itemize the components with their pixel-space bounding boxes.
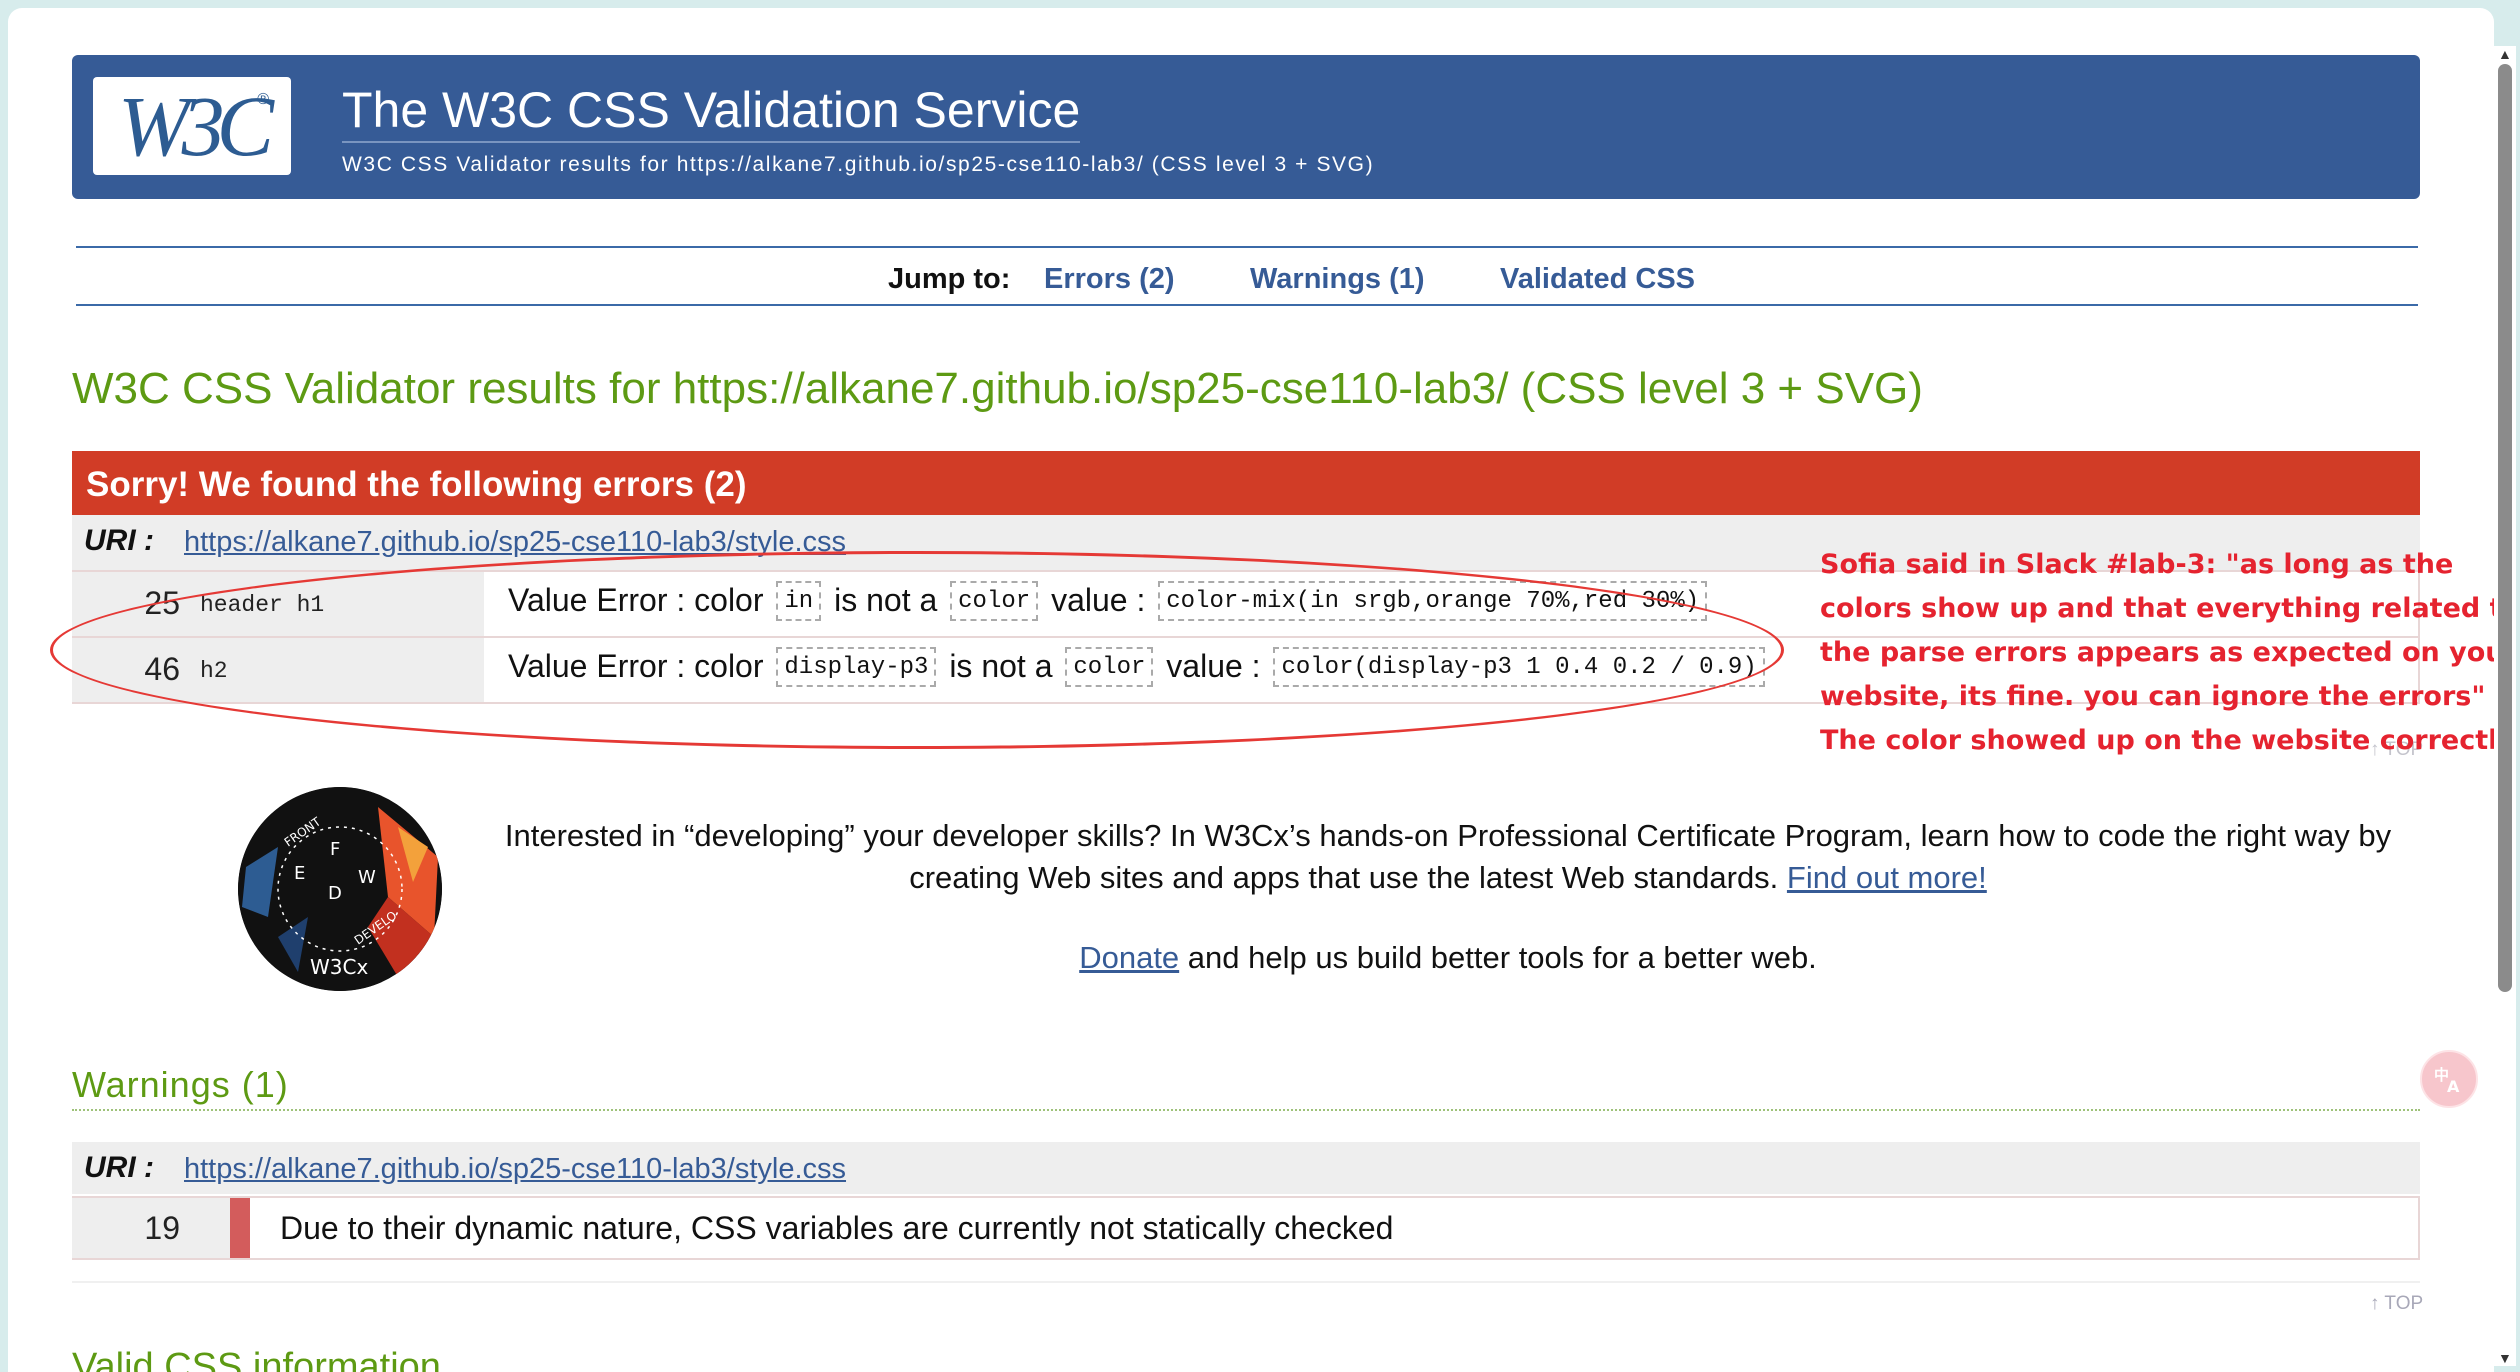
top-link[interactable]: ↑ TOP xyxy=(2370,1293,2423,1315)
page: W3C ® The W3C CSS Validation Service W3C… xyxy=(8,8,2494,1372)
error-message: Value Error : color in is not a color va… xyxy=(508,572,1711,636)
jump-to-bar: Jump to: Errors (2) Warnings (1) Validat… xyxy=(76,246,2418,306)
scroll-down-icon[interactable]: ▼ xyxy=(2498,1350,2512,1366)
svg-text:F: F xyxy=(330,839,340,860)
value-label: value : xyxy=(1051,582,1146,618)
promo-body: Interested in “developing” your develope… xyxy=(504,818,2392,895)
svg-text:E: E xyxy=(294,863,305,884)
error-mid: is not a xyxy=(949,648,1053,684)
code-token: color xyxy=(1065,646,1154,687)
warning-message: Due to their dynamic nature, CSS variabl… xyxy=(280,1210,1394,1246)
banner-subtitle: W3C CSS Validator results for https://al… xyxy=(342,153,1375,176)
translate-icon[interactable]: 中 A xyxy=(2420,1050,2478,1108)
jump-validated-css-link[interactable]: Validated CSS xyxy=(1500,263,1695,296)
vertical-scrollbar[interactable]: ▲ ▼ xyxy=(2494,46,2516,1366)
donate-link[interactable]: Donate xyxy=(1079,940,1179,975)
warnings-title: Warnings (1) xyxy=(72,1064,289,1105)
w3c-logo-text: W3C xyxy=(118,78,274,174)
error-prefix: Value Error : color xyxy=(508,582,764,618)
errors-uri-link[interactable]: https://alkane7.github.io/sp25-cse110-la… xyxy=(184,526,846,559)
svg-text:D: D xyxy=(328,883,342,904)
context-selector: h2 xyxy=(192,638,484,702)
registered-mark: ® xyxy=(257,91,269,108)
w3c-logo[interactable]: W3C ® xyxy=(93,77,291,175)
table-row: 19 Due to their dynamic nature, CSS vari… xyxy=(72,1196,2420,1260)
error-mid: is not a xyxy=(834,582,938,618)
jump-warnings-link[interactable]: Warnings (1) xyxy=(1250,263,1425,296)
jump-errors-link[interactable]: Errors (2) xyxy=(1044,263,1175,296)
scroll-up-icon[interactable]: ▲ xyxy=(2498,46,2512,62)
value-label: value : xyxy=(1166,648,1261,684)
code-token: color xyxy=(950,580,1039,621)
annotation-line: website, its fine. you can ignore the er… xyxy=(1820,681,2486,712)
badge-text: W3Cx xyxy=(310,955,369,979)
line-number: 25 xyxy=(72,572,192,636)
scrollbar-thumb[interactable] xyxy=(2498,64,2512,992)
svg-text:W: W xyxy=(358,867,376,888)
warnings-uri-bar: URI : https://alkane7.github.io/sp25-cse… xyxy=(72,1142,2420,1194)
context-cell xyxy=(192,1198,230,1258)
donate-text: and help us build better tools for a bet… xyxy=(1179,940,1817,975)
annotation-note: Sofia said in Slack #lab-3: "as long as … xyxy=(1820,543,2494,763)
warning-level-marker xyxy=(230,1198,250,1258)
code-token: display-p3 xyxy=(776,646,937,687)
context-selector: header h1 xyxy=(192,572,484,636)
results-title: W3C CSS Validator results for https://al… xyxy=(72,364,1923,413)
code-token: in xyxy=(776,580,822,621)
valid-css-title: Valid CSS information xyxy=(72,1346,441,1372)
warnings-uri-link[interactable]: https://alkane7.github.io/sp25-cse110-la… xyxy=(184,1153,846,1186)
uri-label: URI : xyxy=(84,524,154,557)
promo-text: Interested in “developing” your develope… xyxy=(468,815,2428,899)
code-value: color-mix(in srgb,orange 70%,red 30%) xyxy=(1158,580,1708,621)
find-out-more-link[interactable]: Find out more! xyxy=(1787,860,1987,895)
line-number: 46 xyxy=(72,638,192,702)
jump-to-label: Jump to: xyxy=(888,263,1011,295)
errors-header: Sorry! We found the following errors (2) xyxy=(72,451,2420,515)
uri-label: URI : xyxy=(84,1151,154,1184)
donate-line: Donate and help us build better tools fo… xyxy=(468,940,2428,976)
annotation-line: The color showed up on the website corre… xyxy=(1820,725,2494,756)
svg-text:A: A xyxy=(2447,1077,2460,1096)
code-value: color(display-p3 1 0.4 0.2 / 0.9) xyxy=(1273,646,1765,687)
line-number: 19 xyxy=(72,1198,192,1258)
annotation-line: Sofia said in Slack #lab-3: "as long as … xyxy=(1820,549,2454,580)
warnings-divider xyxy=(72,1109,2420,1111)
error-message: Value Error : color display-p3 is not a … xyxy=(508,638,1769,702)
front-end-web-developer-badge-icon[interactable]: F E W D FRONT DEVELO W3Cx xyxy=(238,787,442,991)
annotation-line: colors show up and that everything relat… xyxy=(1820,593,2494,624)
warnings-bottom-divider xyxy=(72,1281,2420,1283)
header-banner: W3C ® The W3C CSS Validation Service W3C… xyxy=(72,55,2420,199)
errors-header-text: Sorry! We found the following errors (2) xyxy=(86,465,747,504)
error-prefix: Value Error : color xyxy=(508,648,764,684)
banner-title[interactable]: The W3C CSS Validation Service xyxy=(342,81,1081,143)
annotation-line: the parse errors appears as expected on … xyxy=(1820,637,2494,668)
